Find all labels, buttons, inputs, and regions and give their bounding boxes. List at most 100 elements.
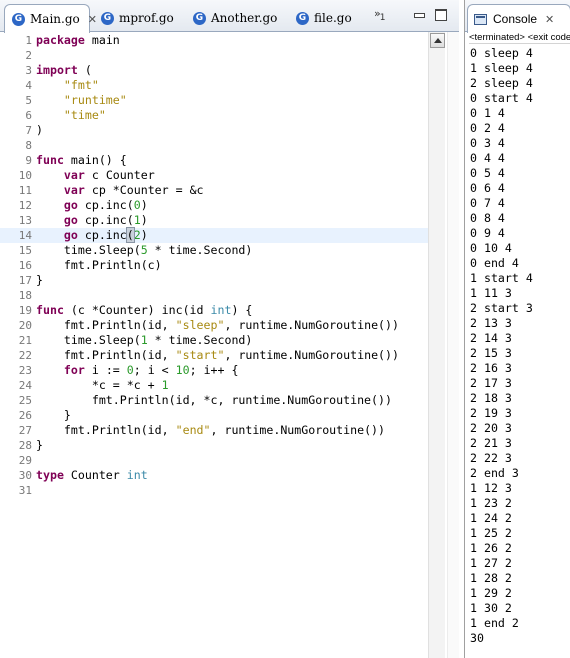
tab-file-go[interactable]: G file.go: [289, 4, 352, 32]
line-number: 27: [18, 424, 32, 437]
code-line[interactable]: 20 fmt.Println(id, "sleep", runtime.NumG…: [0, 318, 428, 333]
code-text: fmt.Println(id, "end", runtime.NumGorout…: [36, 423, 385, 438]
tab-another-go[interactable]: G Another.go: [186, 4, 277, 32]
code-line[interactable]: 24 *c = *c + 1: [0, 378, 428, 393]
overflow-count: 1: [379, 13, 386, 24]
tab-console[interactable]: Console ✕: [467, 4, 570, 33]
code-token: ): [140, 228, 148, 242]
console-output-line: 1 27 2: [470, 556, 512, 570]
code-token: , runtime.NumGoroutine()): [224, 348, 399, 362]
code-token: cp.inc: [77, 228, 127, 242]
code-token: time.Sleep(: [36, 333, 141, 347]
code-line[interactable]: 31: [0, 483, 428, 498]
code-line[interactable]: 14 go cp.inc(2): [0, 227, 428, 243]
console-status: <terminated> <exit code: [469, 32, 570, 44]
line-number: 6: [25, 109, 32, 122]
console-output-line: 0 9 4: [470, 226, 505, 240]
tab-mprof-go[interactable]: G mprof.go: [94, 4, 174, 32]
console-output-line: 0 end 4: [470, 256, 519, 270]
console-output-line: 0 4 4: [470, 151, 505, 165]
tab-overflow-button[interactable]: »1: [374, 7, 386, 24]
code-token: go: [63, 228, 78, 242]
vertical-scrollbar[interactable]: [428, 32, 445, 658]
tab-label: Another.go: [211, 11, 278, 25]
console-output-line: 2 15 3: [470, 346, 512, 360]
code-token: cp.inc(: [77, 198, 134, 212]
overview-ruler: [447, 32, 459, 658]
code-line[interactable]: 17}: [0, 273, 428, 288]
code-token: Counter: [63, 468, 127, 482]
code-line[interactable]: 8: [0, 138, 428, 153]
code-line[interactable]: 1 package main: [0, 33, 428, 48]
line-number: 21: [18, 334, 32, 347]
code-line[interactable]: 10 var c Counter: [0, 168, 428, 183]
code-line[interactable]: 4 "fmt": [0, 78, 428, 93]
code-line[interactable]: 11 var cp *Counter = &c: [0, 183, 428, 198]
line-number: 11: [18, 184, 32, 197]
code-token: fmt.Println(c): [36, 258, 162, 272]
console-output-line: 1 12 3: [470, 481, 512, 495]
code-line[interactable]: 9 func main() {: [0, 153, 428, 168]
code-line[interactable]: 29: [0, 453, 428, 468]
code-line[interactable]: 22 fmt.Println(id, "start", runtime.NumG…: [0, 348, 428, 363]
line-number: 29: [18, 454, 32, 467]
console-output-line: 30: [470, 631, 484, 645]
code-line[interactable]: 15 time.Sleep(5 * time.Second): [0, 243, 428, 258]
code-token: 1: [140, 333, 148, 347]
tab-main-go[interactable]: G Main.go ✕: [4, 4, 97, 33]
go-file-icon: G: [101, 11, 114, 25]
code-line[interactable]: 7): [0, 123, 428, 138]
maximize-button[interactable]: [434, 7, 448, 21]
code-line[interactable]: 2: [0, 48, 428, 63]
code-editor[interactable]: 1 package main 2 3 import (4 "fmt" 5 "runtime…: [0, 32, 428, 658]
code-line[interactable]: 28}: [0, 438, 428, 453]
code-line[interactable]: 26 }: [0, 408, 428, 423]
code-token: , runtime.NumGoroutine()): [210, 423, 386, 437]
scroll-up-arrow-icon[interactable]: [430, 33, 445, 48]
console-output-line: 2 21 3: [470, 436, 512, 450]
code-token: }: [36, 438, 43, 452]
code-token: package: [36, 33, 85, 47]
minimize-button[interactable]: [412, 7, 426, 21]
code-line[interactable]: 19 func (c *Counter) inc(id int) {: [0, 303, 428, 318]
console-output-line: 2 22 3: [470, 451, 512, 465]
code-line[interactable]: 6 "time": [0, 108, 428, 123]
console-output-line: 1 sleep 4: [470, 61, 533, 75]
code-line[interactable]: 23 for i := 0; i < 10; i++ {: [0, 363, 428, 378]
code-line[interactable]: 13 go cp.inc(1): [0, 213, 428, 228]
code-token: 2: [133, 228, 141, 242]
console-output-line: 0 6 4: [470, 181, 505, 195]
line-number: 10: [18, 169, 32, 182]
line-number: 20: [18, 319, 32, 332]
code-token: (: [77, 63, 92, 77]
console-icon: [474, 13, 487, 25]
code-line[interactable]: 3 import (: [0, 63, 428, 78]
console-output-line: 1 end 2: [470, 616, 519, 630]
code-text: go cp.inc(2): [36, 227, 148, 243]
console-output-line: 0 7 4: [470, 196, 505, 210]
code-line[interactable]: 21 time.Sleep(1 * time.Second): [0, 333, 428, 348]
go-file-icon: G: [193, 11, 206, 25]
line-number: 15: [18, 244, 32, 257]
console-output-line: 2 14 3: [470, 331, 512, 345]
code-token: import: [36, 63, 78, 77]
code-text: package main: [36, 33, 120, 48]
close-icon[interactable]: ✕: [545, 13, 554, 26]
code-line[interactable]: 12 go cp.inc(0): [0, 198, 428, 213]
code-line[interactable]: 25 fmt.Println(id, *c, runtime.NumGorout…: [0, 393, 428, 408]
code-text: }: [36, 273, 43, 288]
code-line[interactable]: 27 fmt.Println(id, "end", runtime.NumGor…: [0, 423, 428, 438]
line-number: 2: [25, 49, 32, 62]
code-token: "fmt": [63, 78, 99, 92]
code-token: go: [63, 198, 78, 212]
code-line[interactable]: 5 "runtime": [0, 93, 428, 108]
code-token: ): [36, 123, 43, 137]
console-output-line: 0 8 4: [470, 211, 505, 225]
code-token: * time.Second): [147, 243, 253, 257]
code-token: time.Sleep(: [36, 243, 141, 257]
code-line[interactable]: 30 type Counter int: [0, 468, 428, 483]
code-line[interactable]: 16 fmt.Println(c): [0, 258, 428, 273]
code-line[interactable]: 18: [0, 288, 428, 303]
